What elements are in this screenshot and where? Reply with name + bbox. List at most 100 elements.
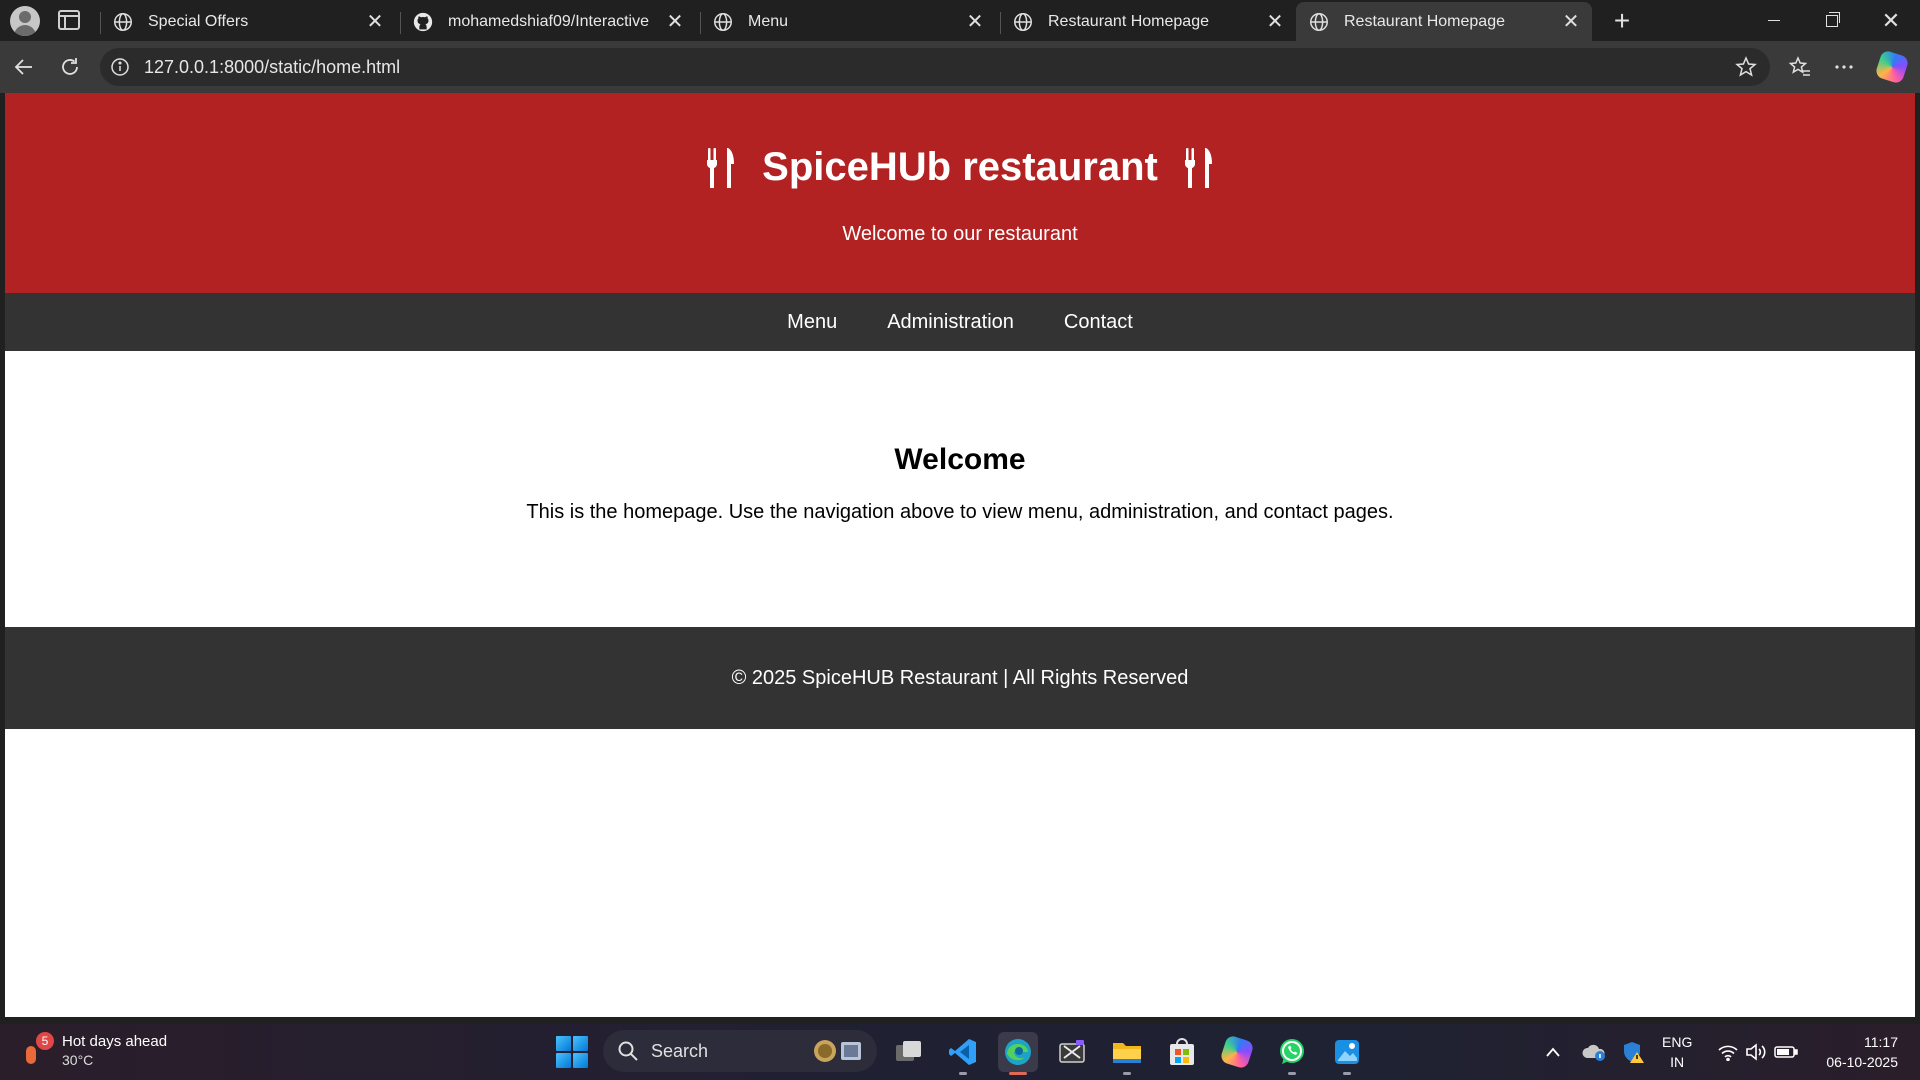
snipping-app[interactable]	[1052, 1032, 1092, 1072]
search-icon	[618, 1041, 638, 1061]
window-close-button[interactable]: ✕	[1862, 0, 1920, 41]
nav-link-administration[interactable]: Administration	[887, 311, 1014, 334]
vscode-icon	[949, 1039, 976, 1065]
tab-title: Restaurant Homepage	[1344, 12, 1505, 30]
tab-menu[interactable]: Menu ✕	[700, 2, 996, 41]
battery-icon	[1774, 1046, 1798, 1058]
vscode-app[interactable]	[943, 1032, 983, 1075]
search-highlight-icon	[814, 1040, 861, 1062]
page-viewport: SpiceHUb restaurant Welcome to our resta…	[5, 93, 1915, 1017]
welcome-text: This is the homepage. Use the navigation…	[526, 501, 1394, 523]
clock-time: 11:17	[1864, 1034, 1898, 1050]
cloud-icon	[1582, 1044, 1605, 1061]
new-tab-button[interactable]: +	[1604, 4, 1640, 38]
nav-link-menu[interactable]: Menu	[787, 311, 837, 334]
address-bar[interactable]: 127.0.0.1:8000/static/home.html	[100, 48, 1770, 86]
taskbar-search[interactable]: Search	[603, 1030, 877, 1072]
footer-text: © 2025 SpiceHUB Restaurant | All Rights …	[731, 667, 1189, 689]
thermometer-icon: 5	[22, 1032, 54, 1070]
windows-start-icon[interactable]	[556, 1036, 588, 1068]
reload-icon	[62, 58, 78, 75]
file-explorer-app[interactable]	[1107, 1032, 1147, 1075]
site-footer: © 2025 SpiceHUB Restaurant | All Rights …	[5, 627, 1915, 729]
site-title-text: SpiceHUb restaurant	[762, 145, 1158, 189]
profile-avatar-icon[interactable]	[10, 6, 40, 36]
task-view-app[interactable]	[889, 1032, 929, 1072]
globe-icon	[714, 12, 732, 31]
tab-title: Restaurant Homepage	[1048, 12, 1209, 30]
copilot-button[interactable]	[1874, 49, 1910, 85]
search-label: Search	[651, 1040, 709, 1061]
site-title: SpiceHUb restaurant	[5, 145, 1915, 190]
tab-github[interactable]: mohamedshiaf09/Interactive ✕	[400, 2, 696, 41]
browser-titlebar: Special Offers ✕ mohamedshiaf09/Interact…	[0, 0, 1920, 41]
weather-widget[interactable]: 5 Hot days ahead 30°C	[22, 1032, 167, 1070]
tab-restaurant-homepage[interactable]: Restaurant Homepage ✕	[1000, 2, 1296, 41]
close-icon[interactable]: ✕	[1262, 9, 1288, 35]
lang-line1: ENG	[1662, 1034, 1693, 1050]
globe-icon	[114, 12, 132, 31]
site-header: SpiceHUb restaurant Welcome to our resta…	[5, 93, 1915, 293]
snipping-tool-icon	[1059, 1040, 1085, 1063]
folder-icon	[1113, 1043, 1141, 1063]
main-content: Welcome This is the homepage. Use the na…	[5, 351, 1915, 627]
store-icon	[1170, 1038, 1194, 1065]
browser-toolbar: 127.0.0.1:8000/static/home.html	[0, 41, 1920, 93]
more-options-button[interactable]	[1826, 49, 1862, 85]
volume-tray[interactable]	[1742, 1032, 1770, 1072]
reload-button[interactable]	[52, 49, 88, 85]
tab-restaurant-homepage-active[interactable]: Restaurant Homepage ✕	[1296, 2, 1592, 41]
speaker-icon	[1746, 1043, 1766, 1061]
close-icon: ✕	[1881, 7, 1901, 33]
wifi-tray[interactable]	[1714, 1032, 1742, 1072]
tab-actions-icon[interactable]	[58, 10, 80, 30]
weather-temp: 30°C	[62, 1052, 94, 1068]
show-hidden-icons-button[interactable]	[1540, 1032, 1566, 1072]
favorite-star-icon[interactable]	[1734, 55, 1758, 79]
back-button[interactable]	[6, 49, 42, 85]
task-view-icon	[896, 1041, 921, 1061]
close-icon[interactable]: ✕	[962, 9, 988, 35]
battery-tray[interactable]	[1772, 1032, 1800, 1072]
system-clock[interactable]: 11:17 06-10-2025	[1826, 1032, 1898, 1072]
tab-title: Menu	[748, 12, 789, 30]
github-icon	[413, 12, 433, 31]
back-arrow-icon	[14, 59, 32, 75]
wifi-icon	[1718, 1045, 1738, 1061]
site-nav: Menu Administration Contact	[5, 293, 1915, 351]
taskbar: 5 Hot days ahead 30°C Search ENG IN 11:1…	[0, 1024, 1920, 1080]
restore-button[interactable]	[1803, 0, 1861, 41]
photos-app[interactable]	[1327, 1032, 1367, 1075]
favorites-button[interactable]	[1782, 49, 1818, 85]
copilot-app[interactable]	[1217, 1032, 1257, 1072]
minimize-button[interactable]	[1745, 0, 1803, 41]
copilot-icon	[1219, 1034, 1255, 1070]
whatsapp-app[interactable]	[1272, 1032, 1312, 1075]
minimize-icon	[1768, 19, 1780, 22]
restore-icon	[1826, 11, 1840, 27]
weather-title: Hot days ahead	[62, 1033, 168, 1050]
tab-title: Special Offers	[148, 12, 249, 30]
tab-special-offers[interactable]: Special Offers ✕	[100, 2, 396, 41]
site-info-icon[interactable]	[110, 57, 130, 77]
globe-icon	[1014, 12, 1032, 31]
chevron-up-icon	[1546, 1047, 1560, 1057]
url-text[interactable]: 127.0.0.1:8000/static/home.html	[144, 57, 400, 78]
fork-knife-icon	[1184, 147, 1212, 188]
whatsapp-icon	[1280, 1039, 1304, 1064]
favorites-icon	[1788, 56, 1810, 76]
security-tray[interactable]	[1619, 1032, 1647, 1072]
site-subtitle: Welcome to our restaurant	[842, 223, 1078, 245]
close-icon[interactable]: ✕	[362, 9, 388, 35]
close-icon[interactable]: ✕	[662, 9, 688, 35]
onedrive-tray[interactable]	[1580, 1032, 1608, 1072]
globe-icon	[1310, 12, 1328, 31]
welcome-heading: Welcome	[894, 443, 1026, 476]
close-icon[interactable]: ✕	[1558, 9, 1584, 35]
edge-icon	[1005, 1039, 1031, 1065]
nav-link-contact[interactable]: Contact	[1064, 311, 1133, 334]
language-indicator[interactable]: ENG IN	[1662, 1032, 1692, 1072]
edge-app[interactable]	[998, 1032, 1038, 1075]
store-app[interactable]	[1162, 1032, 1202, 1072]
shield-warning-icon	[1624, 1042, 1644, 1063]
